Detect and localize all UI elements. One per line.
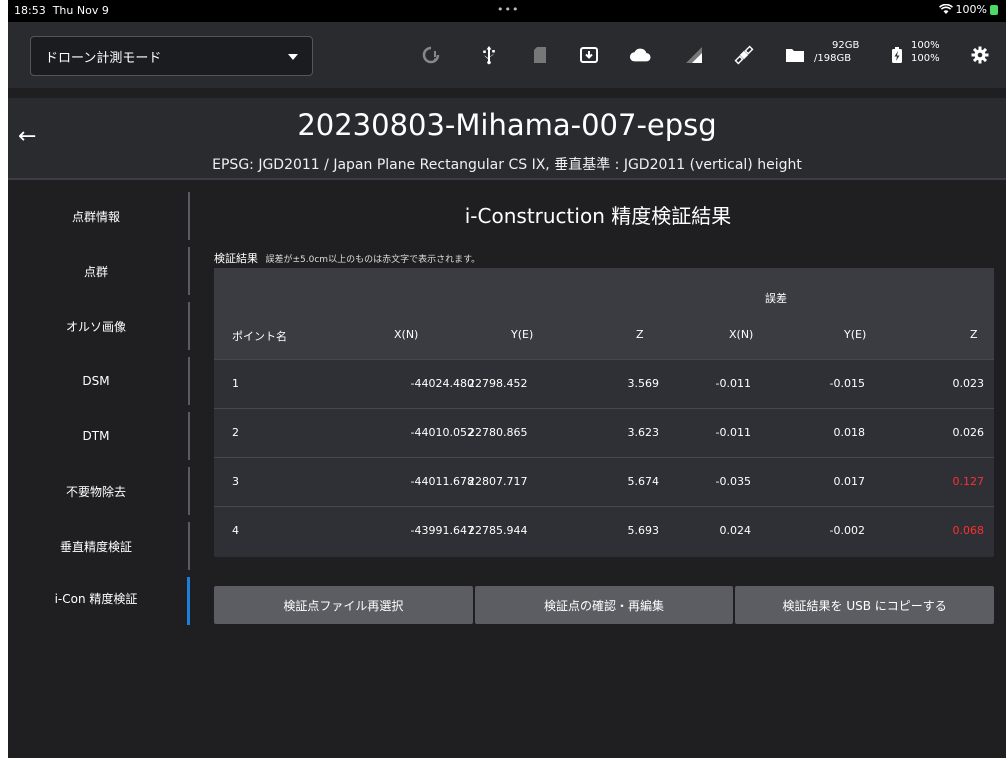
cell-x: -44011.678 [410, 475, 474, 488]
gps-signal-icon[interactable] [420, 44, 442, 66]
battery-1: 100% [911, 40, 940, 51]
cell-x: -44010.052 [410, 426, 474, 439]
column-header-x: X(N) [394, 328, 419, 341]
reselect-file-button[interactable]: 検証点ファイル再選択 [214, 586, 473, 624]
battery-percent: 100% [955, 3, 987, 16]
sidebar-item-icon-accuracy[interactable]: i-Con 精度検証 [8, 577, 198, 625]
download-icon[interactable] [578, 44, 600, 66]
cell-x: -43991.647 [410, 524, 474, 537]
sidebar-item-noise-removal[interactable]: 不要物除去 [8, 467, 198, 515]
cell-y: 22785.944 [468, 524, 528, 537]
column-header-error-x: X(N) [729, 328, 754, 341]
cell-error-x: -0.011 [715, 377, 751, 390]
sidebar-item-label: 点群情報 [71, 209, 120, 224]
cell-error-x: -0.011 [715, 426, 751, 439]
sidebar-item-point-cloud[interactable]: 点群 [8, 247, 198, 295]
copy-to-usb-button[interactable]: 検証結果を USB にコピーする [735, 586, 995, 624]
cell-error-y: -0.002 [829, 524, 865, 537]
cell-x: -44024.480 [410, 377, 474, 390]
column-header-y: Y(E) [511, 328, 534, 341]
cell-y: 22798.452 [468, 377, 528, 390]
sidebar-item-point-cloud-info[interactable]: 点群情報 [8, 192, 198, 240]
status-right: 100% [938, 3, 998, 16]
cell-z: 5.674 [627, 475, 660, 488]
cell-error-x: -0.035 [715, 475, 751, 488]
storage-used: 92GB [832, 40, 860, 51]
cell-z: 5.693 [627, 524, 660, 537]
sd-card-icon[interactable] [529, 44, 551, 66]
column-header-point-name: ポイント名 [232, 330, 287, 343]
storage-readout: 92GB /198GB [814, 39, 859, 65]
folder-icon[interactable] [784, 44, 806, 66]
column-header-z: Z [636, 328, 644, 341]
cell-error-y: 0.017 [833, 475, 866, 488]
cell-error-y: 0.018 [833, 426, 866, 439]
battery-readout: 100% 100% [911, 39, 940, 65]
sidebar-item-dtm[interactable]: DTM [8, 412, 198, 460]
table-row: 2 -44010.052 22780.865 3.623 -0.011 0.018 0.02… [214, 408, 994, 457]
cell-error-z: 0.026 [952, 426, 985, 439]
cloud-icon[interactable] [629, 44, 651, 66]
cell-error-y: -0.015 [829, 377, 865, 390]
page-subtitle: EPSG: JGD2011 / Japan Plane Rectangular … [212, 157, 802, 173]
app-screen: 18:53 Thu Nov 9 ••• 100% ドローン計測モード 92GB … [8, 0, 1006, 758]
status-time: 18:53 Thu Nov 9 [14, 4, 109, 17]
wifi-icon [938, 4, 953, 14]
cell-error-x: 0.024 [719, 524, 752, 537]
toolbar: ドローン計測モード 92GB /198GB 100% 100% [8, 22, 1006, 88]
cell-point-name: 4 [232, 524, 239, 537]
usb-icon[interactable] [478, 44, 500, 66]
cell-error-z: 0.127 [952, 475, 985, 488]
sidebar-item-label: 垂直精度検証 [59, 539, 132, 554]
table-row: 1 -44024.480 22798.452 3.569 -0.011 -0.015 0.0… [214, 359, 994, 408]
section-title: i-Construction 精度検証結果 [464, 204, 732, 228]
multitask-dots[interactable]: ••• [497, 3, 519, 16]
status-bar: 18:53 Thu Nov 9 ••• 100% [8, 0, 1006, 22]
column-header-error-y: Y(E) [844, 328, 867, 341]
mode-select-value: ドローン計測モード [45, 50, 162, 66]
battery-charging-icon [886, 44, 908, 66]
table-header: 誤差 ポイント名 X(N) Y(E) Z X(N) Y(E) Z [214, 268, 994, 359]
result-heading: 検証結果 誤差が±5.0cm以上のものは赤文字で表示されます。 [214, 250, 480, 266]
sidebar-item-label: 不要物除去 [65, 484, 126, 499]
sidebar-item-label: オルソ画像 [65, 319, 126, 334]
cell-error-z: 0.068 [952, 524, 985, 537]
edit-points-button[interactable]: 検証点の確認・再編集 [474, 586, 734, 624]
action-buttons: 検証点ファイル再選択 検証点の確認・再編集 検証結果を USB にコピーする [214, 586, 995, 624]
cell-point-name: 3 [232, 475, 239, 488]
cell-point-name: 1 [232, 377, 239, 390]
battery-icon [990, 4, 998, 15]
cell-point-name: 2 [232, 426, 239, 439]
signal-icon[interactable] [683, 44, 705, 66]
chevron-down-icon [288, 54, 298, 60]
page-header: ← 20230803-Mihama-007-epsg EPSG: JGD2011… [8, 98, 1006, 180]
satellite-icon[interactable] [733, 44, 755, 66]
results-table: 誤差 ポイント名 X(N) Y(E) Z X(N) Y(E) Z 1 -44024… [214, 268, 994, 557]
sidebar-item-label: i-Con 精度検証 [54, 592, 138, 606]
sidebar-item-ortho[interactable]: オルソ画像 [8, 302, 198, 350]
error-group-header: 誤差 [765, 292, 787, 305]
sidebar-item-dsm[interactable]: DSM [8, 357, 198, 405]
sidebar-item-label: DTM [82, 429, 110, 443]
sidebar-item-label: 点群 [83, 264, 108, 279]
result-label: 検証結果 [214, 252, 258, 265]
sidebar: 点群情報 点群 オルソ画像 DSM DTM 不要物除去 垂直精度検証 i-Con… [8, 192, 198, 632]
sidebar-item-label: DSM [82, 374, 110, 388]
storage-total: /198GB [814, 53, 852, 64]
mode-select[interactable]: ドローン計測モード [30, 36, 313, 76]
cell-z: 3.569 [627, 377, 660, 390]
column-header-error-z: Z [970, 328, 978, 341]
table-row: 4 -43991.647 22785.944 5.693 0.024 -0.002 0.06… [214, 506, 994, 555]
gear-icon[interactable] [969, 44, 991, 66]
table-row: 3 -44011.678 22807.717 5.674 -0.035 0.017 0.12… [214, 457, 994, 506]
cell-y: 22780.865 [468, 426, 528, 439]
cell-error-z: 0.023 [952, 377, 985, 390]
page-title: 20230803-Mihama-007-epsg [297, 108, 717, 142]
battery-2: 100% [911, 53, 940, 64]
cell-z: 3.623 [627, 426, 660, 439]
result-note: 誤差が±5.0cm以上のものは赤文字で表示されます。 [265, 255, 481, 265]
cell-y: 22807.717 [468, 475, 528, 488]
sidebar-item-vertical-accuracy[interactable]: 垂直精度検証 [8, 522, 198, 570]
